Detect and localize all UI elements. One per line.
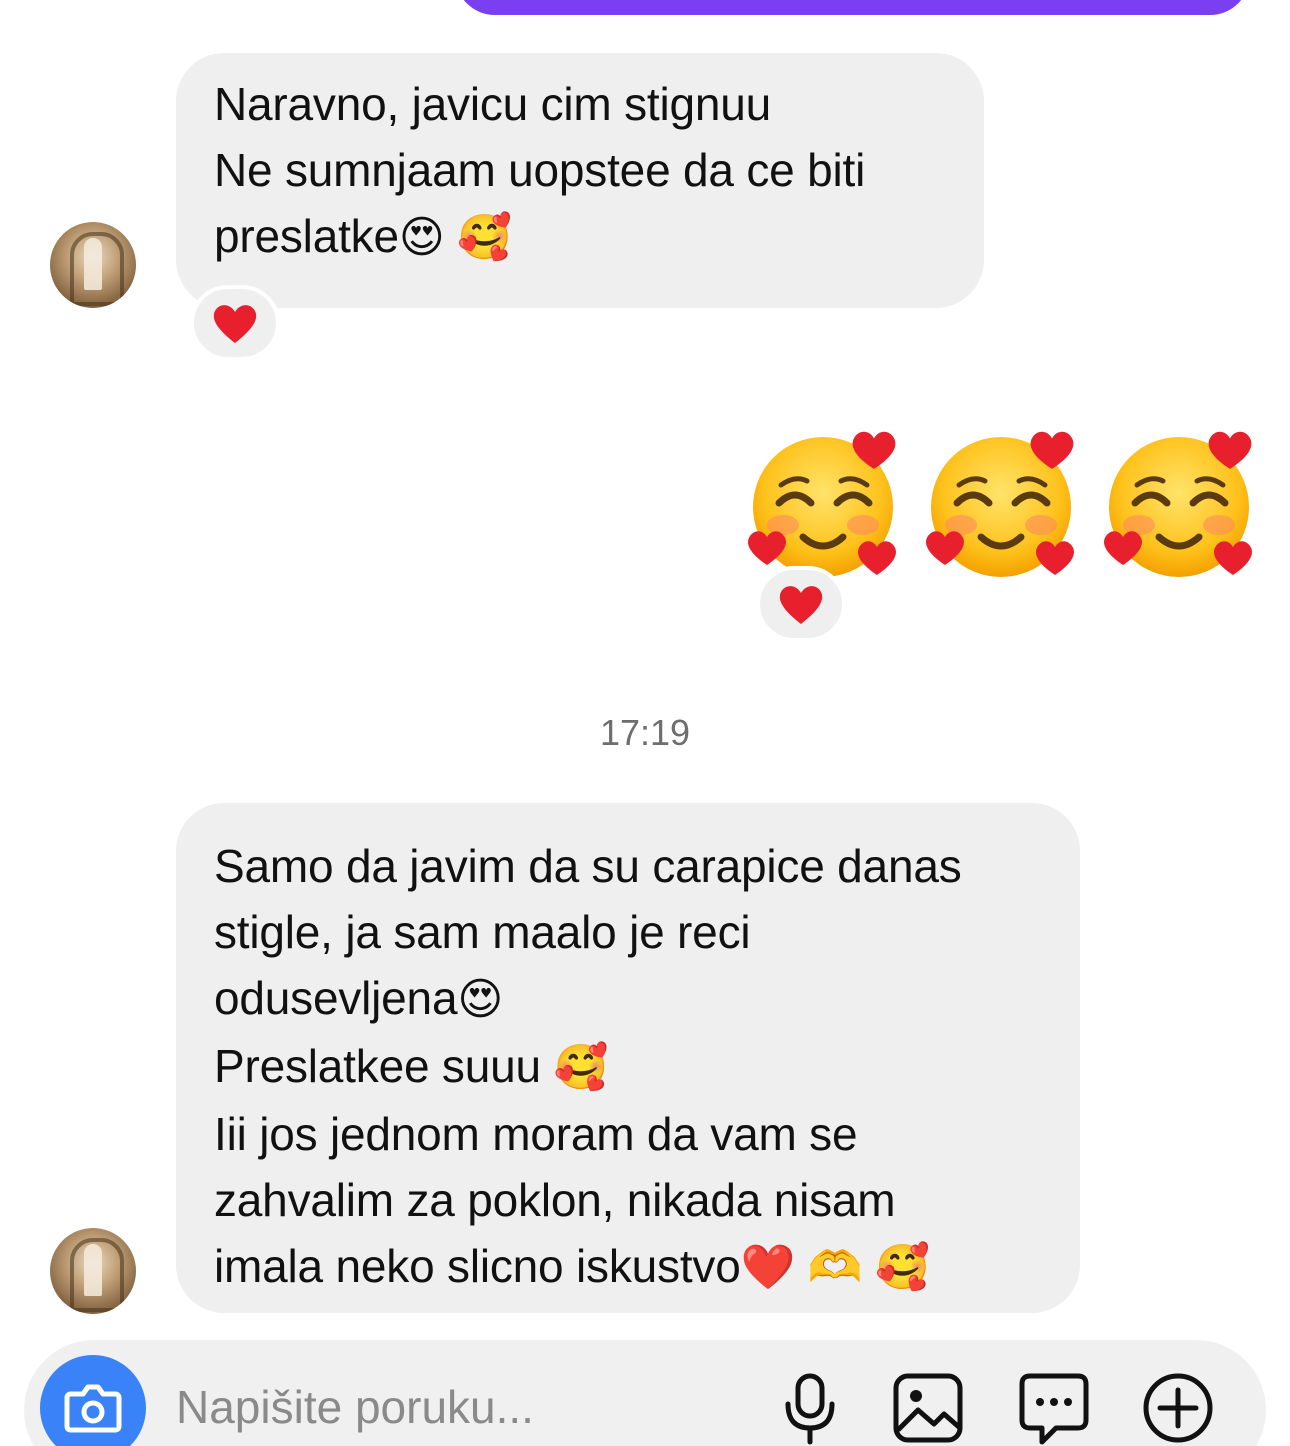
- microphone-button[interactable]: [772, 1370, 848, 1446]
- message-text: Preslatkee suuu: [214, 1040, 541, 1092]
- outgoing-message-bubble[interactable]: [455, 0, 1250, 15]
- heart-reaction[interactable]: [190, 285, 280, 361]
- message-line: Preslatkee suuu 🥰: [214, 1033, 1042, 1101]
- message-line: odusevljena😍: [214, 965, 1042, 1033]
- avatar[interactable]: [50, 1228, 136, 1314]
- smiling-hearts-emoji: 🥰: [457, 212, 512, 263]
- avatar[interactable]: [50, 222, 136, 308]
- message-line: zahvalim za poklon, nikada nisam: [214, 1174, 896, 1226]
- gallery-button[interactable]: [890, 1370, 966, 1446]
- emoji-message[interactable]: [745, 425, 1259, 583]
- heart-eyes-emoji: 😍: [457, 974, 503, 1025]
- smiling-hearts-emoji: [745, 425, 903, 583]
- heart-hands-emoji: 🫶: [807, 1242, 863, 1293]
- heart-icon: [779, 586, 823, 624]
- message-line: preslatke😍 🥰: [214, 203, 946, 271]
- heart-eyes-emoji: 😍: [398, 212, 445, 263]
- smiling-hearts-emoji: [923, 425, 1081, 583]
- sticker-chat-button[interactable]: [1016, 1370, 1092, 1446]
- smiling-hearts-emoji: 🥰: [553, 1042, 609, 1093]
- heart-icon: [213, 305, 257, 343]
- sticker-chat-icon: [1019, 1373, 1089, 1445]
- gallery-icon: [893, 1373, 963, 1443]
- message-line: Ne sumnjaam uopstee da ce biti: [214, 144, 866, 196]
- incoming-message-bubble[interactable]: Samo da javim da su carapice danas stigl…: [176, 803, 1080, 1313]
- red-heart-emoji: ❤️: [740, 1242, 796, 1293]
- message-line: imala neko slicno iskustvo❤️ 🫶 🥰: [214, 1233, 1042, 1301]
- add-button[interactable]: [1140, 1370, 1216, 1446]
- message-line: Samo da javim da su carapice danas: [214, 840, 962, 892]
- incoming-message-bubble[interactable]: Naravno, javicu cim stignuu Ne sumnjaam …: [176, 53, 984, 308]
- message-input[interactable]: Napišite poruku...: [176, 1380, 534, 1434]
- message-line: Naravno, javicu cim stignuu: [214, 78, 772, 130]
- camera-icon: [64, 1384, 122, 1433]
- message-line: stigle, ja sam maalo je reci: [214, 906, 751, 958]
- timestamp: 17:19: [599, 712, 691, 753]
- microphone-icon: [785, 1373, 835, 1445]
- add-icon: [1143, 1373, 1213, 1443]
- smiling-hearts-emoji: 🥰: [874, 1242, 930, 1293]
- message-text: preslatke: [214, 210, 399, 262]
- message-text: imala neko slicno iskustvo: [214, 1240, 741, 1292]
- message-line: Iii jos jednom moram da vam se: [214, 1108, 858, 1160]
- smiling-hearts-emoji: [1101, 425, 1259, 583]
- heart-reaction[interactable]: [756, 566, 846, 642]
- message-text: odusevljena: [214, 972, 458, 1024]
